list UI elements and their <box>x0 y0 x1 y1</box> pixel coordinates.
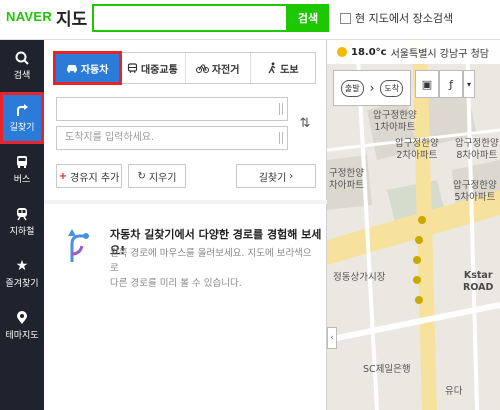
fork-knife-icon: ƒ <box>449 77 453 91</box>
tab-label: 도보 <box>280 64 299 76</box>
info-desc-line: 다른 경로를 미리 볼 수 있습니다. <box>110 278 242 289</box>
nav-label: 지하철 <box>9 227 35 237</box>
tab-label: 자전거 <box>211 64 240 76</box>
info-description: 왼쪽 경로에 마우스를 올려보세요. 지도에 보라색으로 다른 경로를 미리 볼… <box>110 246 320 291</box>
bus-icon: ▣ <box>421 77 433 91</box>
swap-button[interactable]: ⇅ <box>294 110 316 136</box>
directions-panel: 자동차 대중교통 자전거 도보 도착지를 입력하세요. ⇅ + 경유지 추가 ↻… <box>44 40 327 410</box>
star-icon: ★ <box>15 258 29 274</box>
restaurant-layer-button[interactable]: ƒ <box>439 70 463 98</box>
tab-label: 대중교통 <box>140 64 178 76</box>
car-icon <box>66 65 77 73</box>
transit-icon <box>127 62 138 73</box>
tab-bicycle[interactable]: 자전거 <box>186 53 251 83</box>
map-label: 구정한양 차아파트 <box>329 168 364 191</box>
start-end-pins[interactable]: 출발 › 도착 <box>333 70 411 106</box>
subway-icon <box>17 208 27 221</box>
info-desc-line: 왼쪽 경로에 마우스를 올려보세요. 지도에 보라색으로 <box>110 248 312 274</box>
service-title[interactable]: 지도 <box>56 5 87 30</box>
destination-placeholder: 도착지를 입력하세요. <box>65 132 155 143</box>
add-waypoint-label: 경유지 추가 <box>70 172 120 184</box>
scope-checkbox-group[interactable]: 현 지도에서 장소검색 <box>340 10 453 26</box>
nav-item-search[interactable]: 검색 <box>0 40 44 92</box>
add-waypoint-button[interactable]: + 경유지 추가 <box>56 164 122 188</box>
map-label: SC제일은행 <box>363 364 411 375</box>
tab-label: 자동차 <box>80 64 109 76</box>
map-view[interactable]: 18.0°c 서울특별시 강남구 청담 출발 › 도착 ▣ ƒ ▾ 압구정한양 1… <box>327 40 500 410</box>
swap-icon: ⇅ <box>299 115 311 131</box>
naver-logo[interactable]: NAVER <box>6 9 52 24</box>
nav-item-directions[interactable]: 길찾기 <box>0 92 44 144</box>
map-label: 유다 <box>445 386 463 397</box>
chevron-right-icon: › <box>289 170 294 182</box>
section-divider <box>44 200 327 204</box>
scope-checkbox[interactable] <box>340 12 351 24</box>
chevron-down-icon: ▾ <box>466 79 471 89</box>
chevron-left-icon: ‹ <box>330 333 334 343</box>
end-pin[interactable]: 도착 <box>380 79 404 97</box>
map-label: Kstar ROAD <box>463 270 494 293</box>
nav-item-favorites[interactable]: ★ 즐겨찾기 <box>0 248 44 300</box>
map-label: 압구정한양 1차아파트 <box>373 110 417 133</box>
route-preview-icon <box>68 229 89 262</box>
nav-item-subway[interactable]: 지하철 <box>0 196 44 248</box>
drag-handle-icon[interactable] <box>279 132 283 144</box>
nav-label: 검색 <box>13 71 31 81</box>
map-label: 정동상가시장 <box>333 272 386 283</box>
nav-label: 테마지도 <box>5 331 39 341</box>
bus-layer-button[interactable]: ▣ <box>415 70 439 98</box>
tab-car[interactable]: 자동차 <box>52 51 123 85</box>
map-label: 압구정한양 8차아파트 <box>455 138 499 161</box>
sun-icon <box>337 47 347 57</box>
nav-item-bus[interactable]: 버스 <box>0 144 44 196</box>
nav-label: 버스 <box>13 175 31 185</box>
nav-item-theme-map[interactable]: 테마지도 <box>0 300 44 352</box>
clear-button[interactable]: ↻ 지우기 <box>128 164 186 188</box>
temperature: 18.0°c <box>351 46 387 58</box>
bicycle-icon <box>195 64 209 73</box>
collapse-panel-button[interactable]: ‹ <box>327 327 337 349</box>
plus-icon: + <box>58 170 68 182</box>
transport-tabs: 자동차 대중교통 자전거 도보 <box>52 51 316 85</box>
more-layers-button[interactable]: ▾ <box>463 70 475 98</box>
map-label: 압구정한양 5차아파트 <box>453 180 497 203</box>
drag-handle-icon[interactable] <box>279 103 283 115</box>
destination-input[interactable]: 도착지를 입력하세요. <box>56 126 288 150</box>
current-location: 서울특별시 강남구 청담 <box>390 48 489 60</box>
nav-label: 길찾기 <box>9 123 35 133</box>
start-pin[interactable]: 출발 <box>340 79 364 97</box>
nav-label: 즐겨찾기 <box>5 279 39 289</box>
search-input[interactable] <box>92 4 288 32</box>
tab-walk[interactable]: 도보 <box>251 53 315 83</box>
search-button[interactable]: 검색 <box>287 4 329 32</box>
bus-icon <box>17 156 27 168</box>
scope-label: 현 지도에서 장소검색 <box>355 12 454 25</box>
refresh-icon: ↻ <box>137 170 146 182</box>
search-icon <box>15 51 29 65</box>
walk-icon <box>268 62 276 74</box>
top-header: NAVER 지도 검색 현 지도에서 장소검색 <box>0 0 500 40</box>
tab-transit[interactable]: 대중교통 <box>120 53 186 83</box>
directions-icon <box>17 104 28 116</box>
left-navigation: 검색 길찾기 버스 지하철 ★ 즐겨찾기 테마지도 <box>0 40 44 410</box>
weather-bar: 18.0°c 서울특별시 강남구 청담 <box>327 40 500 64</box>
find-route-button[interactable]: 길찾기 › <box>236 164 316 188</box>
pin-icon <box>17 311 27 324</box>
map-label: 압구정한양 2차아파트 <box>395 138 439 161</box>
origin-input[interactable] <box>56 97 288 121</box>
find-route-label: 길찾기 <box>258 172 287 184</box>
clear-label: 지우기 <box>148 172 177 184</box>
chevron-right-icon: › <box>369 81 375 95</box>
